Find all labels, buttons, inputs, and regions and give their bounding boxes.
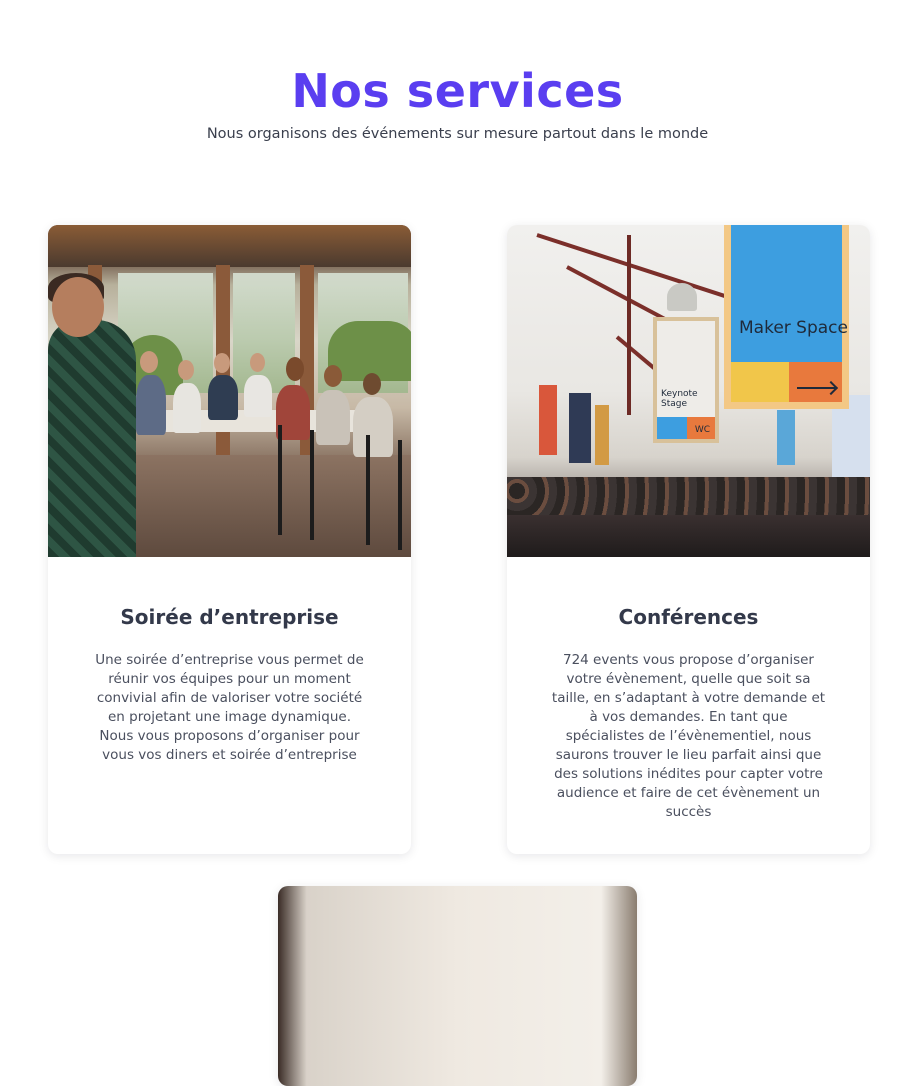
service-description: 724 events vous propose d’organiser votr… [551,652,826,820]
corporate-evening-photo [48,225,411,557]
sign-maker-space: Maker Space [739,318,848,338]
service-description: Une soirée d’entreprise vous permet de r… [95,652,364,763]
service-title: Conférences [618,605,759,629]
services-header: Nos services Nous organisons des événeme… [0,60,915,145]
sign-keynote-stage: Keynote Stage [661,389,698,409]
page-subtitle: Nous organisons des événements sur mesur… [206,126,709,142]
sign-wc: WC [694,425,710,435]
service-photo [278,886,637,1086]
service-card-third[interactable] [278,886,637,1086]
page-title: Nos services [291,64,624,118]
arrow-right-icon [797,387,835,389]
conference-photo: Keynote Stage WC Maker Space [507,225,870,557]
service-card-conferences[interactable]: Keynote Stage WC Maker Space Conférences… [507,225,870,854]
service-title: Soirée d’entreprise [120,605,339,629]
service-card-corporate-evening[interactable]: Soirée d’entreprise Une soirée d’entrepr… [48,225,411,854]
